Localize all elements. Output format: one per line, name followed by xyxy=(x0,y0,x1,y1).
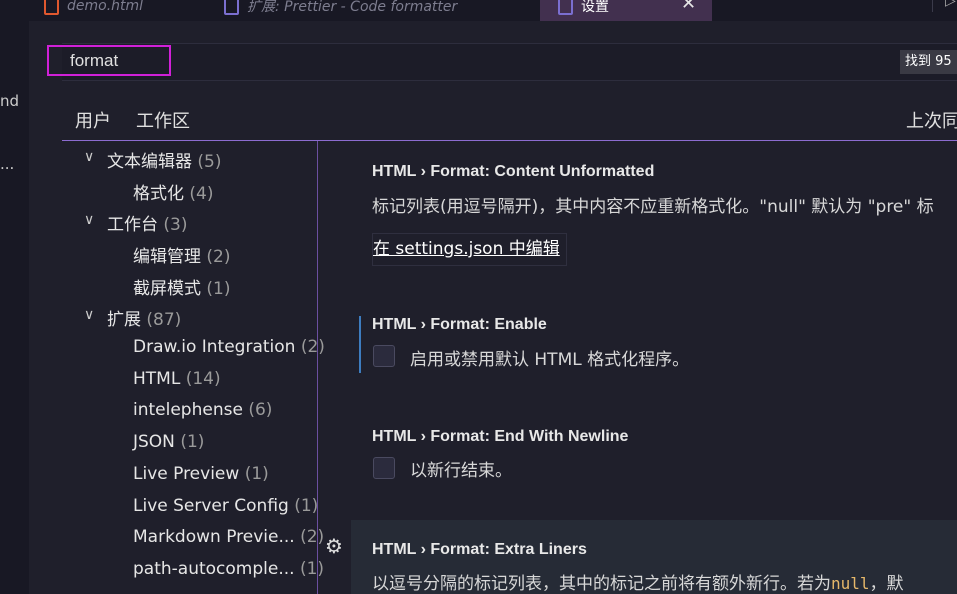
toc-item-live-preview[interactable]: Live Preview (1) xyxy=(133,464,269,484)
toc-label: 编辑管理 xyxy=(133,247,201,267)
tab-user[interactable]: 用户 xyxy=(75,107,111,133)
toc-item-extensions[interactable]: 扩展 (87) xyxy=(107,305,181,330)
tab-prettier-extension[interactable]: 扩展: Prettier - Code formatter xyxy=(224,0,524,21)
results-count-badge: 找到 95 xyxy=(900,50,957,74)
toc-item-path-autocomplete[interactable]: path-autocomple... (1) xyxy=(133,559,324,579)
code-literal: null xyxy=(831,574,870,593)
gear-icon[interactable]: ⚙ xyxy=(325,534,343,558)
tab-bar: demo.html 扩展: Prettier - Code formatter … xyxy=(0,0,957,21)
clipped-text: nd xyxy=(0,92,20,110)
toc-item-formatting[interactable]: 格式化 (4) xyxy=(133,179,214,204)
toc-count: (1) xyxy=(206,279,231,299)
chevron-down-icon[interactable]: ∨ xyxy=(84,149,94,165)
extension-icon xyxy=(224,0,239,15)
tab-label: 扩展: Prettier - Code formatter xyxy=(247,0,458,15)
toc-item-workbench[interactable]: 工作台 (3) xyxy=(107,210,188,235)
toc-count: (2) xyxy=(206,247,231,267)
settings-file-icon xyxy=(558,0,573,15)
end-with-newline-checkbox[interactable] xyxy=(373,457,395,479)
run-icon[interactable]: ▷ xyxy=(945,0,956,9)
toc-label: Markdown Previe... xyxy=(133,527,295,547)
setting-description: 以逗号分隔的标记列表，其中的标记之前将有额外新行。若为null，默 xyxy=(372,569,904,594)
setting-description: 以新行结束。 xyxy=(410,461,512,481)
toc-item-drawio[interactable]: Draw.io Integration (2) xyxy=(133,337,325,357)
activity-strip: nd ... xyxy=(0,0,29,594)
tab-label: demo.html xyxy=(67,0,144,14)
close-icon[interactable]: ✕ xyxy=(681,0,696,14)
description-text: ，默 xyxy=(869,574,904,594)
toc-label: intelephense xyxy=(133,400,243,420)
toc-count: (1) xyxy=(299,559,325,579)
toc-label: 文本编辑器 xyxy=(107,152,192,172)
toc-count: (14) xyxy=(185,369,221,389)
search-row xyxy=(62,43,957,81)
tab-label: 设置 xyxy=(581,0,609,15)
chevron-down-icon[interactable]: ∨ xyxy=(84,212,94,228)
toc-item-html[interactable]: HTML (14) xyxy=(133,369,221,389)
tab-settings[interactable]: 设置 ✕ xyxy=(540,0,712,21)
toc-count: (1) xyxy=(244,464,269,484)
toc-label: 截屏模式 xyxy=(133,279,201,299)
settings-search-input[interactable] xyxy=(70,50,166,72)
toc-count: (1) xyxy=(294,496,319,516)
toc-count: (2) xyxy=(300,337,325,357)
chevron-down-icon[interactable]: ∨ xyxy=(84,307,94,323)
focus-indicator xyxy=(359,316,361,373)
toc-label: path-autocomple... xyxy=(133,559,295,579)
toc-item-json[interactable]: JSON (1) xyxy=(133,432,204,452)
toc-label: 工作台 xyxy=(107,215,158,235)
toc-count: (3) xyxy=(163,215,188,235)
tab-workspace[interactable]: 工作区 xyxy=(136,107,190,133)
description-text: 以逗号分隔的标记列表，其中的标记之前将有额外新行。若为 xyxy=(372,574,831,594)
html-file-icon xyxy=(44,0,59,15)
toc-count: (5) xyxy=(197,152,222,172)
setting-title: HTML › Format: End With Newline xyxy=(372,428,629,445)
setting-title: HTML › Format: Content Unformatted xyxy=(372,163,655,180)
setting-title: HTML › Format: Enable xyxy=(372,316,547,333)
toc-label: JSON xyxy=(133,432,175,452)
toc-item-screencast-mode[interactable]: 截屏模式 (1) xyxy=(133,274,231,299)
scope-tabs xyxy=(62,100,957,141)
format-enable-checkbox[interactable] xyxy=(373,345,395,367)
toc-label: 格式化 xyxy=(133,184,184,204)
toc-count: (87) xyxy=(146,310,182,330)
toc-item-editor-management[interactable]: 编辑管理 (2) xyxy=(133,242,231,267)
toc-item-text-editor[interactable]: 文本编辑器 (5) xyxy=(107,147,222,172)
toc-item-markdown-preview[interactable]: Markdown Previe... (2) xyxy=(133,527,324,547)
divider xyxy=(932,0,933,12)
toc-label: 扩展 xyxy=(107,310,141,330)
toc-item-intelephense[interactable]: intelephense (6) xyxy=(133,400,272,420)
setting-description: 启用或禁用默认 HTML 格式化程序。 xyxy=(410,350,690,370)
setting-description: 标记列表(用逗号隔开)，其中内容不应重新格式化。"null" 默认为 "pre"… xyxy=(372,197,934,217)
edit-in-settings-json-link[interactable]: 在 settings.json 中编辑 xyxy=(372,233,567,266)
toc-item-live-server-config[interactable]: Live Server Config (1) xyxy=(133,496,318,516)
last-sync-label: 上次同 xyxy=(906,111,957,132)
toc-label: Live Preview xyxy=(133,464,240,484)
toc-count: (4) xyxy=(189,184,214,204)
toc-count: (2) xyxy=(300,527,325,547)
toc-count: (6) xyxy=(248,400,273,420)
toc-label: Draw.io Integration xyxy=(133,337,296,357)
tab-demo-html[interactable]: demo.html xyxy=(44,0,214,21)
toc-count: (1) xyxy=(180,432,205,452)
setting-title: HTML › Format: Extra Liners xyxy=(372,541,587,558)
toc-label: Live Server Config xyxy=(133,496,289,516)
toc-label: HTML xyxy=(133,369,181,389)
clipped-text: ... xyxy=(0,155,15,173)
